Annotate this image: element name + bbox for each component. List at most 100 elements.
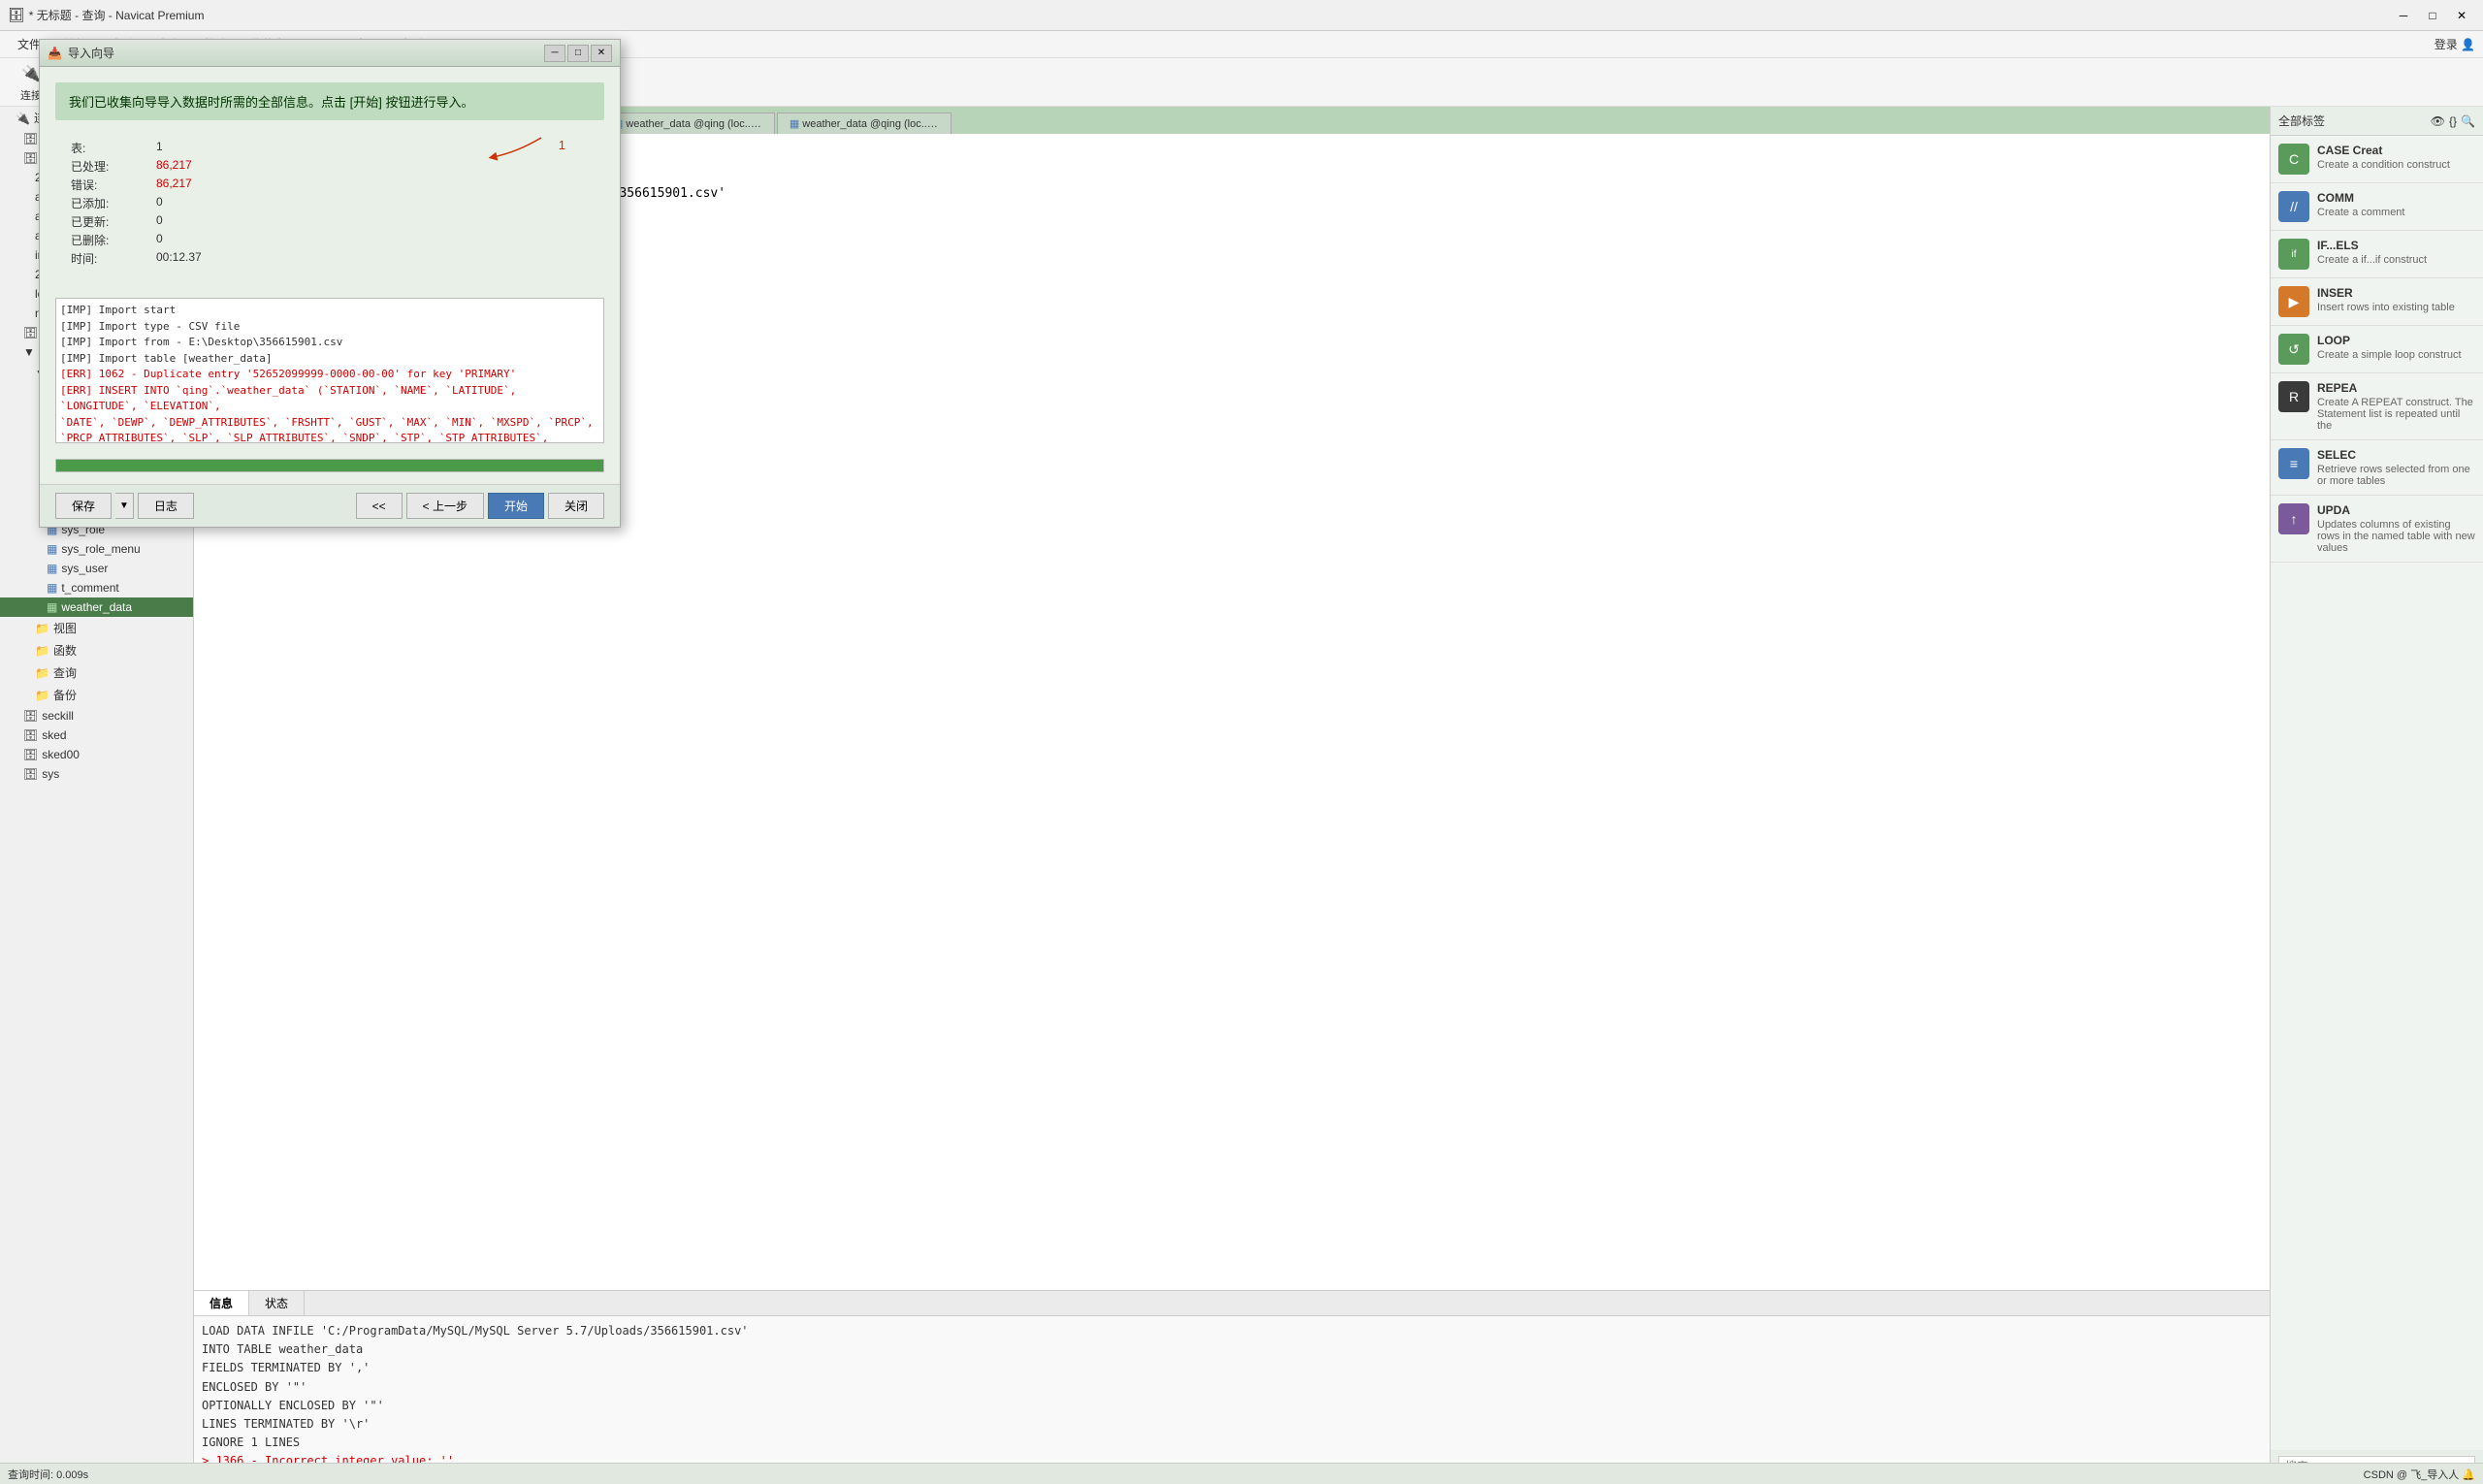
snippet-repea-desc: Create A REPEAT construct. The Statement…: [2317, 397, 2475, 432]
save-dropdown-button[interactable]: ▼: [115, 493, 134, 519]
search-icon[interactable]: 🔍: [2461, 114, 2475, 128]
db-icon-doc: 🗄: [23, 132, 38, 145]
start-button[interactable]: 开始: [488, 493, 544, 519]
snippet-loop[interactable]: ↺ LOOP Create a simple loop construct: [2271, 326, 2483, 373]
log-line-7: IGNORE 1 LINES: [202, 1434, 2262, 1452]
dialog-main-content: 我们已收集向导导入数据时所需的全部信息。点击 [开始] 按钮进行导入。 表: 1…: [40, 67, 620, 286]
sidebar-item-sys-role-menu[interactable]: ▦ sys_role_menu: [0, 539, 193, 559]
snippet-upda-title: UPDA: [2317, 503, 2475, 517]
tab-icon-5: ▦: [790, 118, 799, 130]
snippet-selec-title: SELEC: [2317, 448, 2475, 462]
import-dialog[interactable]: 📥 导入向导 ─ □ ✕ 我们已收集向导导入数据时所需的全部信息。点击 [开始]…: [39, 39, 621, 528]
first-button[interactable]: <<: [356, 493, 403, 519]
sidebar-item-t-comment[interactable]: ▦ t_comment: [0, 578, 193, 597]
snippet-upda[interactable]: ↑ UPDA Updates columns of existing rows …: [2271, 496, 2483, 563]
snippet-inser[interactable]: ▶ INSER Insert rows into existing table: [2271, 278, 2483, 326]
eye-icon[interactable]: 👁: [2431, 114, 2445, 128]
deleted-label: 已删除:: [71, 232, 148, 248]
brackets-icon[interactable]: {}: [2449, 114, 2457, 128]
app-icon: 🗄: [8, 7, 25, 23]
snippet-selec-desc: Retrieve rows selected from one or more …: [2317, 464, 2475, 487]
snippet-selec-info: SELEC Retrieve rows selected from one or…: [2317, 448, 2475, 487]
log-button[interactable]: 日志: [138, 493, 194, 519]
snippet-case-icon: C: [2278, 144, 2309, 175]
maximize-button[interactable]: □: [2419, 5, 2446, 26]
sidebar-item-seckill[interactable]: 🗄 seckill: [0, 706, 193, 726]
snippet-upda-icon: ↑: [2278, 503, 2309, 534]
sidebar-item-weather-data[interactable]: ▦ weather_data: [0, 597, 193, 617]
snippet-comm-title: COMM: [2317, 191, 2475, 205]
sidebar-item-functions-folder[interactable]: 📁 函数: [0, 639, 193, 661]
error-value: 86,217: [156, 177, 589, 193]
expand-icon-qing: ▼: [23, 345, 35, 359]
imp-log-5: [ERR] 1062 - Duplicate entry '5265209999…: [60, 367, 599, 383]
folder-icon-backups: 📁: [35, 689, 49, 702]
snippet-repea[interactable]: R REPEA Create A REPEAT construct. The S…: [2271, 373, 2483, 440]
dialog-maximize-button[interactable]: □: [567, 45, 589, 62]
snippet-selec[interactable]: ≡ SELEC Retrieve rows selected from one …: [2271, 440, 2483, 496]
right-panel-header: 全部标签 👁 {} 🔍: [2271, 107, 2483, 136]
dialog-minimize-button[interactable]: ─: [544, 45, 565, 62]
sidebar-item-sked[interactable]: 🗄 sked: [0, 726, 193, 745]
log-line-3: FIELDS TERMINATED BY ',': [202, 1359, 2262, 1377]
tab-close-4[interactable]: ✕: [760, 118, 769, 130]
footer-right-buttons: << < 上一步 开始 关闭: [356, 493, 604, 519]
dialog-icon: 📥: [48, 47, 62, 60]
log-line-1: LOAD DATA INFILE 'C:/ProgramData/MySQL/M…: [202, 1322, 2262, 1340]
snippet-case-title: CASE Creat: [2317, 144, 2475, 157]
sidebar-item-sked00[interactable]: 🗄 sked00: [0, 745, 193, 764]
log-line-5: OPTIONALLY ENCLOSED BY '"': [202, 1397, 2262, 1415]
save-button[interactable]: 保存: [55, 493, 112, 519]
footer-left-buttons: 保存 ▼ 日志: [55, 493, 194, 519]
title-bar-left: 🗄 * 无标题 - 查询 - Navicat Premium: [8, 7, 204, 23]
connect-sidebar-icon: 🔌: [16, 112, 30, 125]
table-icon-t-comment: ▦: [47, 581, 57, 595]
progress-bar-fill: [56, 460, 603, 471]
snippet-inser-icon: ▶: [2278, 286, 2309, 317]
right-panel-title: 全部标签: [2278, 113, 2325, 129]
time-label: 时间:: [71, 250, 148, 267]
snippet-comm[interactable]: // COMM Create a comment: [2271, 183, 2483, 231]
db-icon-perf: 🗄: [23, 326, 38, 339]
snippet-comm-icon: //: [2278, 191, 2309, 222]
dialog-titlebar: 📥 导入向导 ─ □ ✕: [40, 40, 620, 67]
bottom-tab-status[interactable]: 状态: [249, 1291, 305, 1315]
processed-label: 已处理:: [71, 158, 148, 175]
dialog-controls[interactable]: ─ □ ✕: [544, 45, 612, 62]
snippet-inser-title: INSER: [2317, 286, 2475, 300]
tab-weather-data-3[interactable]: ▦ weather_data @qing (loc... ✕: [777, 113, 951, 134]
close-button[interactable]: ✕: [2448, 5, 2475, 26]
folder-icon-queries: 📁: [35, 666, 49, 680]
bottom-tab-info[interactable]: 信息: [194, 1291, 249, 1315]
tab-close-5[interactable]: ✕: [937, 118, 946, 130]
window-controls[interactable]: ─ □ ✕: [2390, 5, 2475, 26]
snippet-ifel-icon: if: [2278, 239, 2309, 270]
dialog-close-button[interactable]: ✕: [591, 45, 612, 62]
user-info: CSDN @ 飞_导入人 🔔: [2364, 1467, 2475, 1482]
sidebar-item-sys-user[interactable]: ▦ sys_user: [0, 559, 193, 578]
sidebar-item-queries-folder[interactable]: 📁 查询: [0, 661, 193, 684]
minimize-button[interactable]: ─: [2390, 5, 2417, 26]
sidebar-item-sys[interactable]: 🗄 sys: [0, 764, 193, 784]
added-label: 已添加:: [71, 195, 148, 211]
title-bar: 🗄 * 无标题 - 查询 - Navicat Premium ─ □ ✕: [0, 0, 2483, 31]
progress-bar-container: [55, 459, 604, 472]
snippet-ifel[interactable]: if IF...ELS Create a if...if construct: [2271, 231, 2483, 278]
snippet-case-desc: Create a condition construct: [2317, 159, 2475, 171]
login-area[interactable]: 登录 👤: [2435, 36, 2475, 52]
sidebar-item-backups-folder[interactable]: 📁 备份: [0, 684, 193, 706]
table-icon-sys-role-menu: ▦: [47, 542, 57, 556]
snippet-upda-info: UPDA Updates columns of existing rows in…: [2317, 503, 2475, 554]
imp-log-6: [ERR] INSERT INTO `qing`.`weather_data` …: [60, 383, 599, 415]
tab-weather-data-2[interactable]: ▦ weather_data @qing (loc... ✕: [600, 113, 775, 134]
close-dialog-button[interactable]: 关闭: [548, 493, 604, 519]
sidebar-item-views-folder[interactable]: 📁 视图: [0, 617, 193, 639]
snippet-case[interactable]: C CASE Creat Create a condition construc…: [2271, 136, 2483, 183]
db-icon-sked00: 🗄: [23, 748, 38, 761]
bottom-content-area: LOAD DATA INFILE 'C:/ProgramData/MySQL/M…: [194, 1316, 2270, 1484]
snippet-inser-desc: Insert rows into existing table: [2317, 302, 2475, 313]
db-icon-sked: 🗄: [23, 728, 38, 742]
prev-button[interactable]: < 上一步: [406, 493, 484, 519]
error-label: 错误:: [71, 177, 148, 193]
updated-value: 0: [156, 213, 589, 230]
